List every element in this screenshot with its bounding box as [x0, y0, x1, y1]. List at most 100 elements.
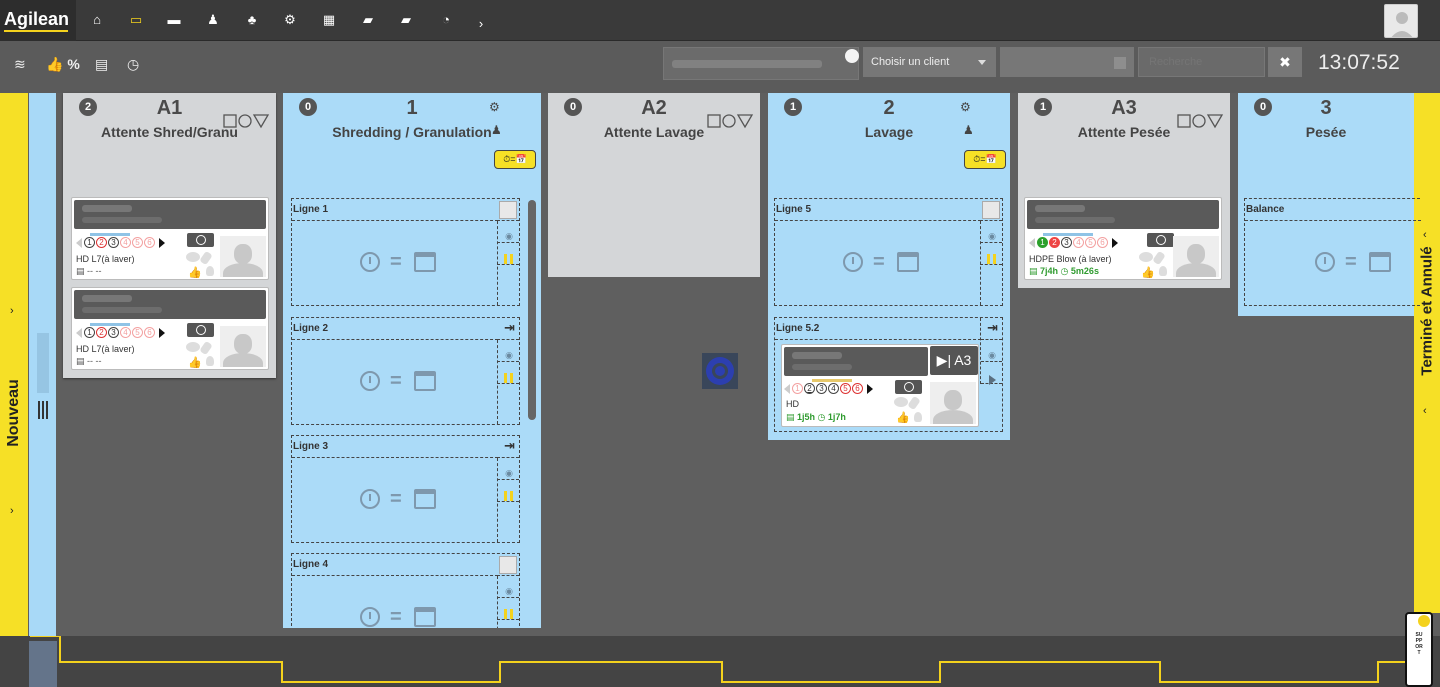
filter-checkbox[interactable] — [1114, 57, 1126, 69]
user-icon[interactable] — [982, 201, 1000, 219]
truck-icon[interactable]: ▰ — [357, 10, 379, 30]
folder-icon[interactable]: ▬ — [163, 10, 185, 30]
person-icon[interactable]: ♟ — [963, 123, 974, 137]
work-card[interactable]: 123456 HD L7(à laver) ▤ -- -- 👍 — [71, 197, 269, 280]
client-select[interactable]: Choisir un client — [863, 47, 996, 77]
thumbs-up-percent-button[interactable]: 👍 % — [46, 54, 80, 74]
grid-icon[interactable]: ▦ — [318, 10, 340, 30]
dashboard-icon[interactable]: ◔ — [435, 10, 457, 30]
chevron-left-icon[interactable] — [1029, 237, 1035, 248]
rss-icon[interactable]: ◉ — [505, 586, 513, 597]
chevron-right-icon[interactable]: › — [470, 14, 492, 34]
subline-drop-area[interactable]: = — [292, 458, 498, 542]
support-button[interactable]: SUPPORT — [1405, 612, 1433, 687]
subline-ligne-5-2[interactable]: Ligne 5.2 ⇥ ◉ ▶︎| A3 123456 HD ▤ 1j5h ◷ … — [774, 317, 1003, 432]
person-icon[interactable]: ♟ — [202, 10, 224, 30]
comment-icon[interactable] — [186, 342, 212, 354]
rss-icon[interactable]: ◉ — [988, 231, 996, 242]
subline-drop-area[interactable]: = — [292, 576, 498, 628]
play-icon[interactable] — [989, 375, 996, 385]
subline-balance[interactable]: Balance = — [1244, 198, 1421, 306]
truck-fast-icon[interactable]: ▰ — [395, 10, 417, 30]
column-shredding[interactable]: 0 1 Shredding / Granulation ⚙ ♟ ⏱=📅 Lign… — [283, 93, 541, 628]
subline-ligne-2[interactable]: Ligne 2 = ⇥ ◉ — [291, 317, 520, 425]
chevron-right-icon[interactable] — [867, 383, 873, 394]
subline-drop-area[interactable]: = — [775, 221, 981, 305]
clock-icon[interactable]: ◷ — [127, 54, 139, 74]
blurred-filter-field[interactable] — [663, 47, 859, 80]
app-logo[interactable]: Agilean — [0, 0, 76, 41]
stack-icon[interactable]: ≋ — [14, 54, 26, 74]
subline-ligne-3[interactable]: Ligne 3 = ⇥ ◉ — [291, 435, 520, 543]
next-stage-tag[interactable]: ▶︎| A3 — [930, 346, 978, 375]
subline-ligne-4[interactable]: Ligne 4 = ◉ — [291, 553, 520, 628]
thumbs-up-icon[interactable]: 👍 — [896, 411, 910, 424]
backlog-lane[interactable] — [29, 93, 56, 636]
shapes-icon[interactable] — [1177, 113, 1225, 129]
chevron-right-icon[interactable] — [1112, 237, 1118, 248]
rule-button[interactable]: ⏱=📅 — [964, 150, 1006, 169]
comment-icon[interactable] — [1139, 252, 1165, 264]
clear-button[interactable]: ✖ — [1268, 47, 1302, 77]
column-a2[interactable]: 0 A2 Attente Lavage — [548, 93, 760, 277]
cogs-icon[interactable]: ⚙ — [960, 100, 971, 114]
thumbs-up-icon[interactable]: 👍 — [188, 266, 202, 279]
monitor-icon[interactable]: ▭ — [125, 10, 147, 30]
chevron-right-icon[interactable] — [159, 237, 165, 248]
subline-drop-area[interactable]: = — [1245, 221, 1421, 305]
sign-in-icon[interactable]: ⇥ — [504, 438, 515, 454]
lightbulb-icon[interactable] — [206, 266, 214, 276]
lightbulb-icon[interactable] — [914, 412, 922, 422]
toggle-knob[interactable] — [845, 49, 859, 63]
target-icon[interactable] — [702, 353, 738, 389]
lane-nouveau[interactable]: › Nouveau › — [0, 93, 28, 687]
lane-termine[interactable]: ‹ Terminé et Annulé ‹ — [1414, 93, 1440, 613]
user-icon[interactable] — [499, 556, 517, 574]
sign-in-icon[interactable]: ⇥ — [987, 320, 998, 336]
shapes-icon[interactable] — [707, 113, 755, 129]
shapes-icon[interactable] — [223, 113, 271, 129]
column-pesee[interactable]: 0 3 Pesée Balance = — [1238, 93, 1421, 316]
assignee-avatar[interactable] — [220, 326, 266, 367]
sign-in-icon[interactable]: ⇥ — [504, 320, 515, 336]
barcode-icon[interactable] — [38, 401, 50, 419]
home-icon[interactable]: ⌂ — [86, 10, 108, 30]
pause-icon[interactable] — [987, 254, 996, 264]
rule-button[interactable]: ⏱=📅 — [494, 150, 536, 169]
work-card[interactable]: 123456 HDPE Blow (à laver) ▤ 7j4h ◷ 5m26… — [1024, 197, 1222, 280]
rss-icon[interactable]: ◉ — [505, 468, 513, 479]
subline-ligne-5[interactable]: Ligne 5 = ◉ — [774, 198, 1003, 306]
column-lavage[interactable]: 1 2 Lavage ⚙ ♟ ⏱=📅 Ligne 5 = ◉ Ligne 5.2… — [768, 93, 1010, 440]
rss-icon[interactable]: ◉ — [505, 231, 513, 242]
timer-button[interactable] — [1147, 233, 1174, 247]
work-card[interactable]: ▶︎| A3 123456 HD ▤ 1j5h ◷ 1j7h 👍 — [781, 344, 979, 427]
pause-icon[interactable] — [504, 609, 513, 619]
subline-ligne-1[interactable]: Ligne 1 = ◉ — [291, 198, 520, 306]
rss-icon[interactable]: ◉ — [988, 350, 996, 361]
chevron-left-icon[interactable] — [76, 327, 82, 338]
subline-drop-area[interactable]: = — [292, 221, 498, 305]
chevron-right-icon[interactable] — [159, 327, 165, 338]
cogs-icon[interactable]: ⚙ — [279, 10, 301, 30]
work-card[interactable]: 123456 HD L7(à laver) ▤ -- -- 👍 — [71, 287, 269, 370]
rss-icon[interactable]: ◉ — [505, 350, 513, 361]
column-a3[interactable]: 1 A3 Attente Pesée 123456 HDPE Blow (à l… — [1018, 93, 1230, 288]
thumbs-up-icon[interactable]: 👍 — [188, 356, 202, 369]
timer-button[interactable] — [895, 380, 922, 394]
pause-icon[interactable] — [504, 491, 513, 501]
pause-icon[interactable] — [504, 254, 513, 264]
chevron-left-icon[interactable] — [784, 383, 790, 394]
column-scrollbar[interactable] — [528, 200, 536, 420]
pause-icon[interactable] — [504, 373, 513, 383]
subline-drop-area[interactable]: = — [292, 340, 498, 424]
cogs-icon[interactable]: ⚙ — [489, 100, 500, 114]
user-icon[interactable] — [499, 201, 517, 219]
filter-field[interactable] — [1000, 47, 1134, 77]
timer-button[interactable] — [187, 233, 214, 247]
timer-button[interactable] — [187, 323, 214, 337]
assignee-avatar[interactable] — [930, 382, 976, 424]
column-a1[interactable]: 2 A1 Attente Shred/Granu 123456 HD L7(à … — [63, 93, 276, 378]
user-avatar[interactable] — [1384, 4, 1418, 38]
assignee-avatar[interactable] — [220, 236, 266, 277]
thumbs-up-icon[interactable]: 👍 — [1141, 266, 1155, 279]
